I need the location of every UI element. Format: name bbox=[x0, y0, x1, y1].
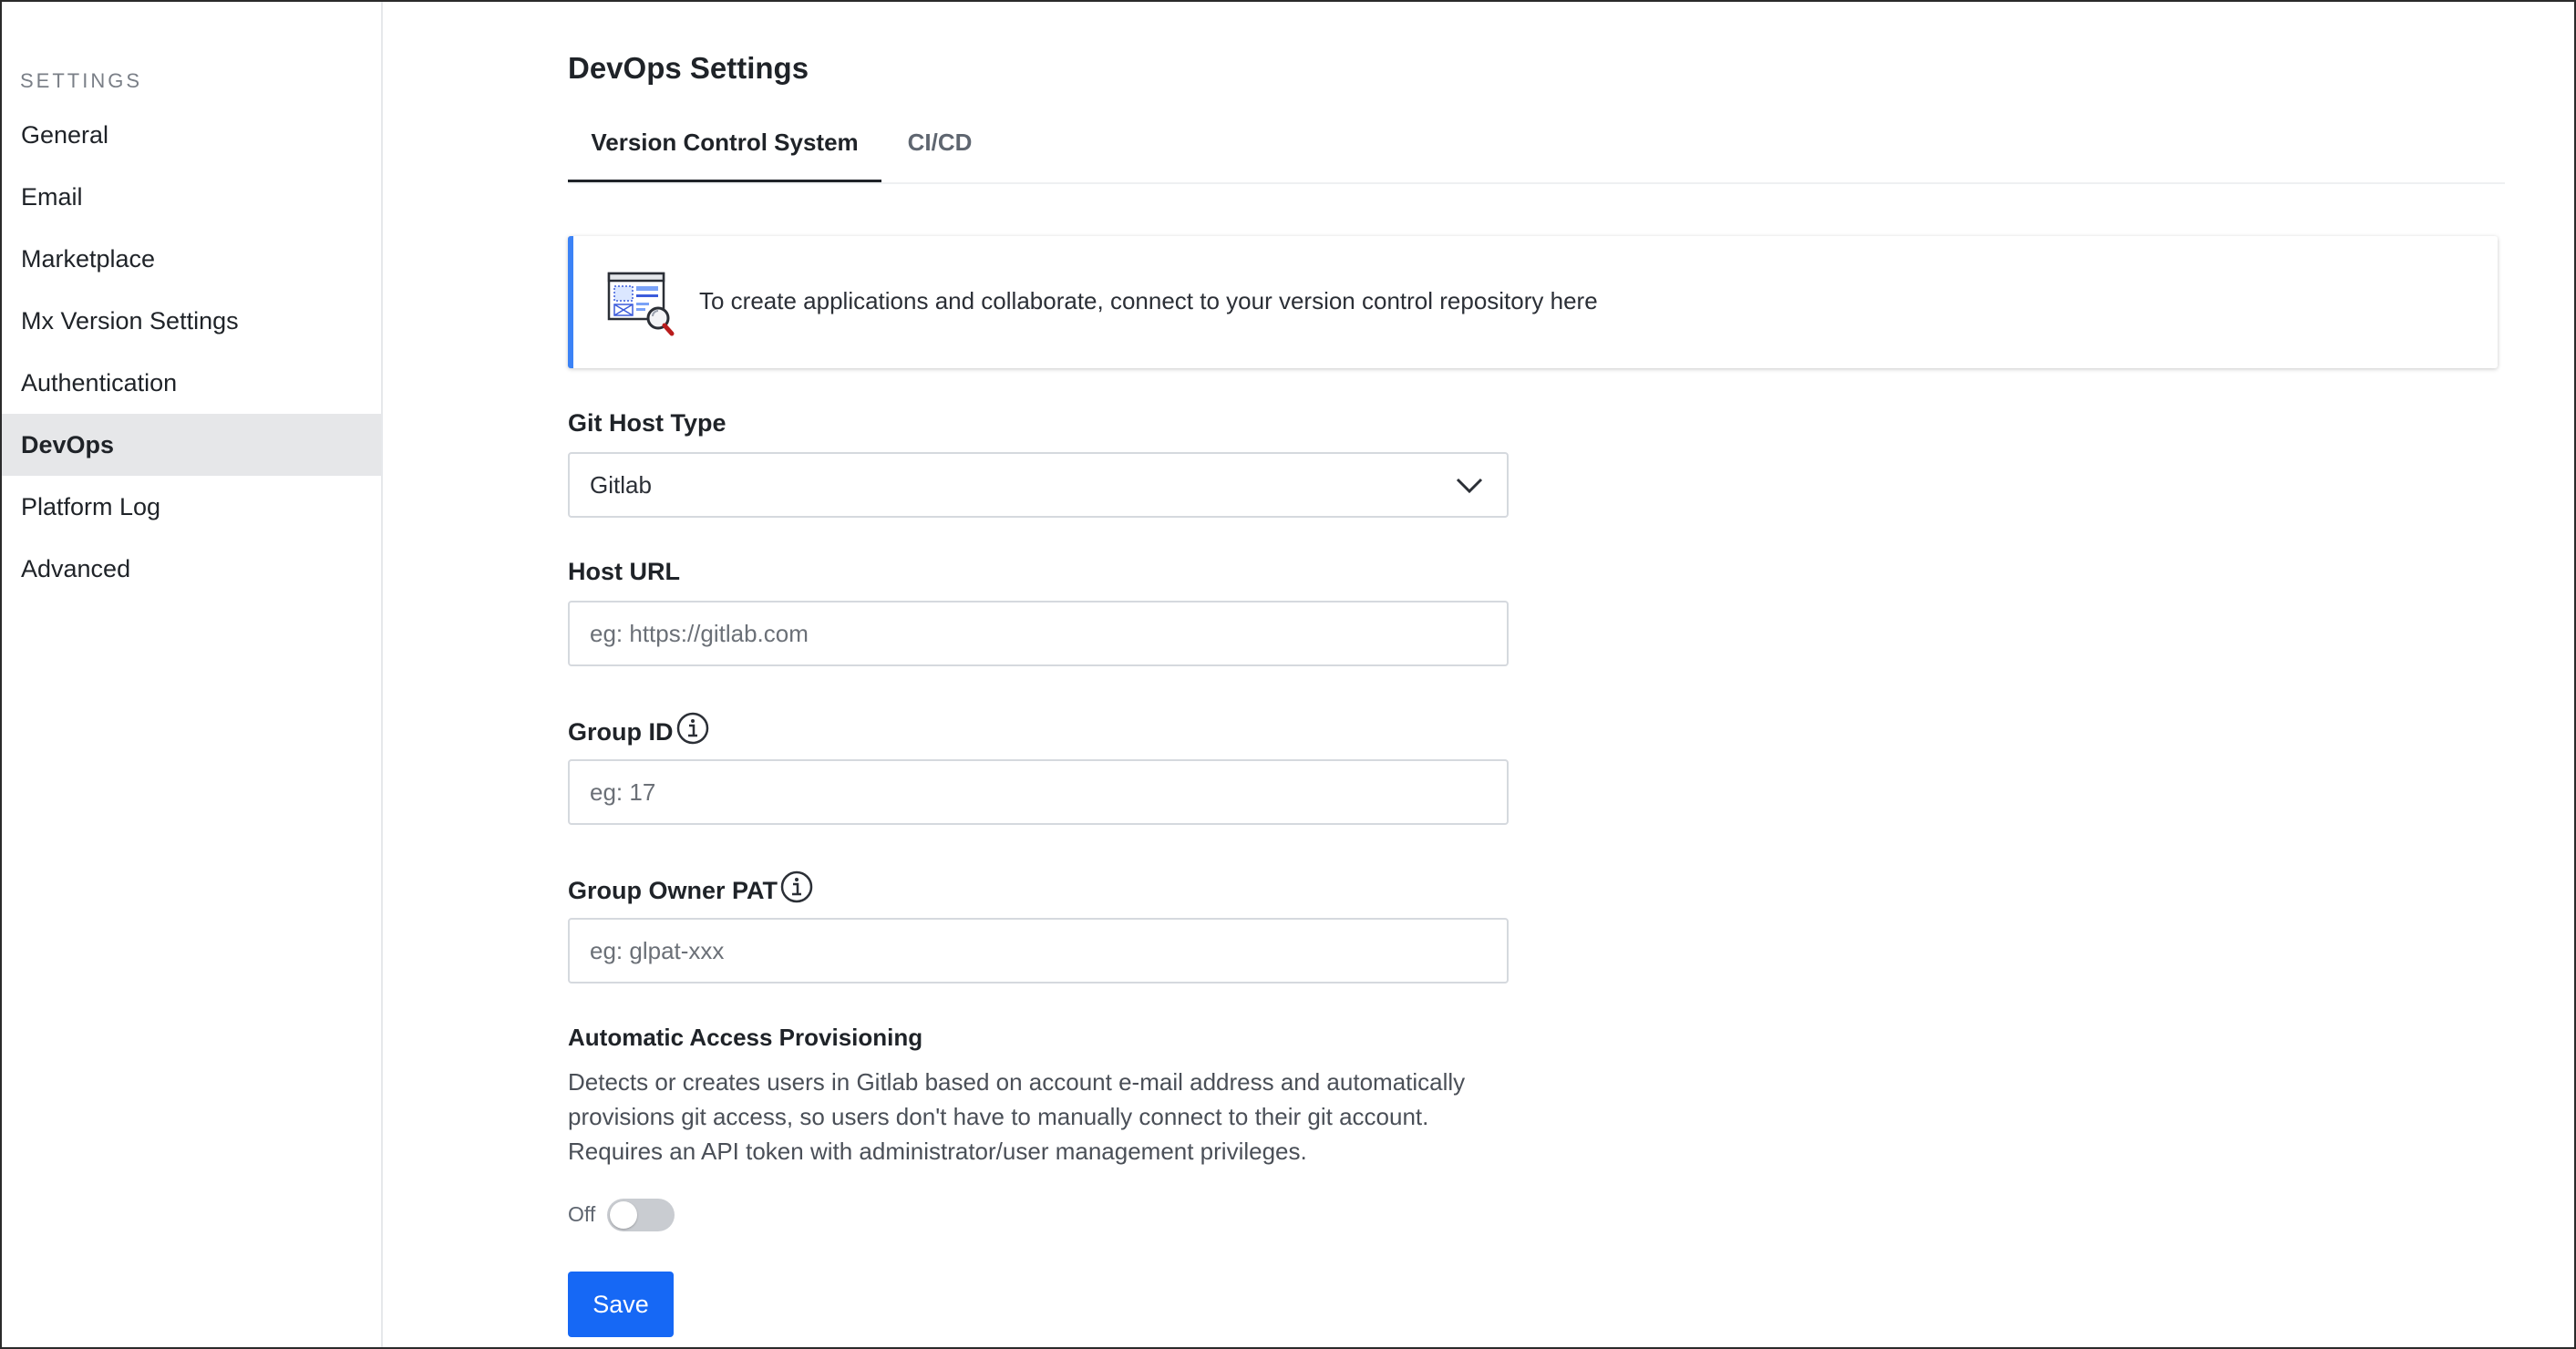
host-url-input[interactable] bbox=[570, 602, 1507, 664]
toggle-state-label: Off bbox=[568, 1202, 596, 1226]
git-host-type-select[interactable]: Gitlab bbox=[568, 452, 1509, 518]
group-owner-pat-label-row: Group Owner PAT bbox=[568, 870, 814, 905]
sidebar-item-marketplace[interactable]: Marketplace bbox=[2, 228, 381, 290]
group-id-field-wrapper bbox=[568, 759, 1509, 825]
tab-bar: Version Control System CI/CD bbox=[568, 109, 2505, 184]
page-title: DevOps Settings bbox=[568, 51, 809, 85]
repository-search-illustration-icon bbox=[607, 272, 675, 336]
sidebar-item-advanced[interactable]: Advanced bbox=[2, 538, 381, 600]
save-button[interactable]: Save bbox=[568, 1272, 674, 1337]
sidebar-item-authentication[interactable]: Authentication bbox=[2, 352, 381, 414]
info-banner: To create applications and collaborate, … bbox=[568, 236, 2498, 368]
git-host-type-label: Git Host Type bbox=[568, 409, 726, 437]
description-line: provisions git access, so users don't ha… bbox=[568, 1103, 1429, 1130]
group-owner-pat-field-wrapper bbox=[568, 918, 1509, 983]
git-host-type-value: Gitlab bbox=[590, 471, 652, 499]
sidebar-item-email[interactable]: Email bbox=[2, 166, 381, 228]
info-icon[interactable] bbox=[779, 870, 814, 904]
sidebar-item-mx-version-settings[interactable]: Mx Version Settings bbox=[2, 290, 381, 352]
host-url-label: Host URL bbox=[568, 558, 680, 585]
sidebar-heading: SETTINGS bbox=[20, 69, 143, 92]
auto-provisioning-description: Detects or creates users in Gitlab based… bbox=[568, 1065, 1516, 1169]
auto-provisioning-toggle[interactable] bbox=[607, 1199, 675, 1231]
app-window: SETTINGS General Email Marketplace Mx Ve… bbox=[0, 0, 2576, 1349]
main-content: DevOps Settings Version Control System C… bbox=[383, 2, 2574, 1347]
sidebar-item-platform-log[interactable]: Platform Log bbox=[2, 476, 381, 538]
auto-provisioning-label: Automatic Access Provisioning bbox=[568, 1024, 923, 1051]
sidebar-item-devops[interactable]: DevOps bbox=[2, 414, 381, 476]
tab-version-control-system[interactable]: Version Control System bbox=[568, 109, 881, 182]
group-owner-pat-input[interactable] bbox=[570, 920, 1507, 982]
description-line: Detects or creates users in Gitlab based… bbox=[568, 1068, 1466, 1096]
sidebar-item-general[interactable]: General bbox=[2, 104, 381, 166]
description-line: Requires an API token with administrator… bbox=[568, 1138, 1307, 1165]
group-id-label: Group ID bbox=[568, 718, 674, 746]
banner-text: To create applications and collaborate, … bbox=[699, 287, 1598, 314]
toggle-knob bbox=[610, 1201, 637, 1229]
group-id-label-row: Group ID bbox=[568, 711, 710, 747]
info-icon[interactable] bbox=[675, 711, 710, 746]
group-owner-pat-label: Group Owner PAT bbox=[568, 877, 778, 904]
settings-sidebar: SETTINGS General Email Marketplace Mx Ve… bbox=[2, 2, 383, 1347]
group-id-input[interactable] bbox=[570, 761, 1507, 823]
tab-ci-cd[interactable]: CI/CD bbox=[881, 109, 998, 182]
host-url-field-wrapper bbox=[568, 601, 1509, 666]
chevron-down-icon bbox=[1456, 478, 1483, 494]
